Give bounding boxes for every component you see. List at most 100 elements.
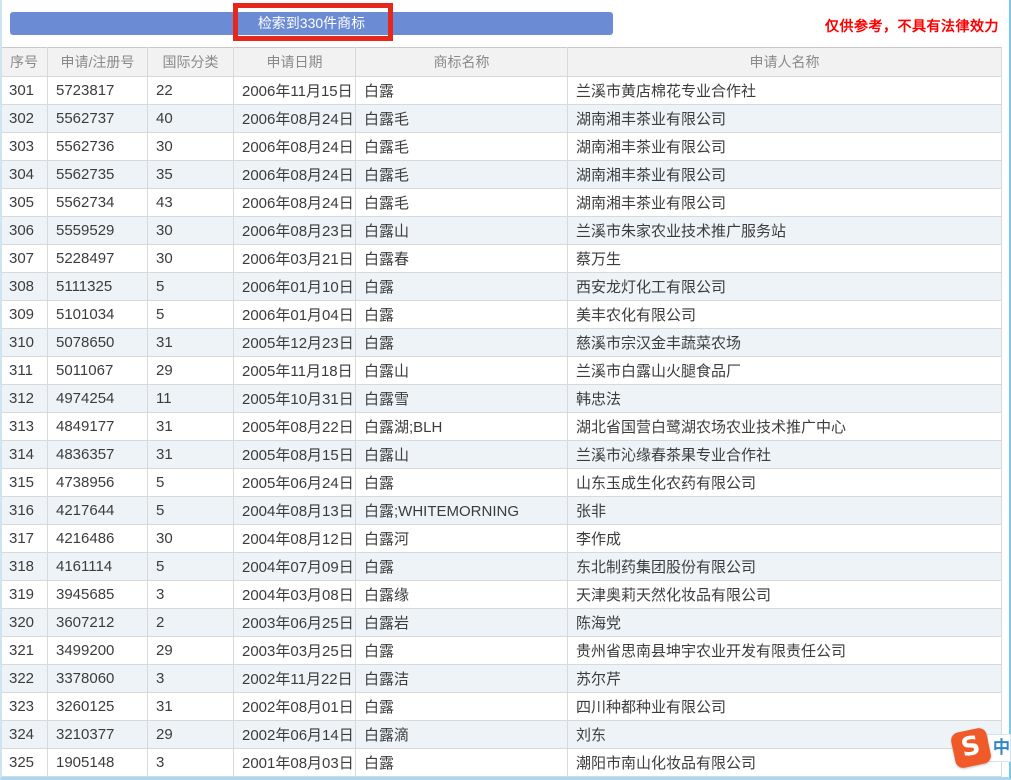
cell-mark-name[interactable]: 白露河 — [356, 525, 568, 553]
cell-reg-no[interactable]: 3945685 — [48, 581, 148, 609]
cell-reg-no[interactable]: 1905148 — [48, 749, 148, 777]
cell-reg-no[interactable]: 4738956 — [48, 469, 148, 497]
cell-date: 2003年06月25日 — [234, 609, 356, 637]
cell-reg-no[interactable]: 5562734 — [48, 189, 148, 217]
cell-applicant: 蔡万生 — [568, 245, 1002, 273]
cell-mark-name[interactable]: 白露毛 — [356, 133, 568, 161]
cell-class: 31 — [148, 329, 234, 357]
cell-reg-no[interactable]: 5101034 — [48, 301, 148, 329]
cell-mark-name[interactable]: 白露 — [356, 273, 568, 301]
cell-date: 2004年08月13日 — [234, 497, 356, 525]
cell-reg-no[interactable]: 3378060 — [48, 665, 148, 693]
cell-class: 31 — [148, 693, 234, 721]
cell-class: 30 — [148, 525, 234, 553]
cell-mark-name[interactable]: 白露洁 — [356, 665, 568, 693]
cell-mark-name[interactable]: 白露;WHITEMORNING — [356, 497, 568, 525]
cell-date: 2006年08月24日 — [234, 161, 356, 189]
results-tbody: 301 5723817 22 2006年11月15日 白露 兰溪市黄店棉花专业合… — [1, 77, 1002, 777]
cell-date: 2005年11月18日 — [234, 357, 356, 385]
cell-mark-name[interactable]: 白露 — [356, 693, 568, 721]
cell-mark-name[interactable]: 白露山 — [356, 217, 568, 245]
cell-date: 2001年08月03日 — [234, 749, 356, 777]
cell-mark-name[interactable]: 白露 — [356, 553, 568, 581]
cell-mark-name[interactable]: 白露缘 — [356, 581, 568, 609]
cell-applicant: 张非 — [568, 497, 1002, 525]
cell-applicant: 慈溪市宗汉金丰蔬菜农场 — [568, 329, 1002, 357]
cell-mark-name[interactable]: 白露毛 — [356, 105, 568, 133]
cell-date: 2005年10月31日 — [234, 385, 356, 413]
cell-reg-no[interactable]: 5078650 — [48, 329, 148, 357]
cell-mark-name[interactable]: 白露 — [356, 329, 568, 357]
cell-mark-name[interactable]: 白露湖;BLH — [356, 413, 568, 441]
cell-mark-name[interactable]: 白露雪 — [356, 385, 568, 413]
column-header-reg-no: 申请/注册号 — [48, 48, 148, 77]
cell-date: 2005年08月22日 — [234, 413, 356, 441]
cell-serial: 319 — [1, 581, 48, 609]
cell-date: 2006年08月24日 — [234, 189, 356, 217]
cell-applicant: 湖南湘丰茶业有限公司 — [568, 189, 1002, 217]
cell-mark-name[interactable]: 白露 — [356, 469, 568, 497]
cell-reg-no[interactable]: 3499200 — [48, 637, 148, 665]
cell-class: 29 — [148, 721, 234, 749]
cell-serial: 312 — [1, 385, 48, 413]
table-row: 314 4836357 31 2005年08月15日 白露山 兰溪市沁缘春茶果专… — [1, 441, 1002, 469]
table-row: 325 1905148 3 2001年08月03日 白露 潮阳市南山化妆品有限公… — [1, 749, 1002, 777]
table-row: 301 5723817 22 2006年11月15日 白露 兰溪市黄店棉花专业合… — [1, 77, 1002, 105]
table-row: 305 5562734 43 2006年08月24日 白露毛 湖南湘丰茶业有限公… — [1, 189, 1002, 217]
table-row: 304 5562735 35 2006年08月24日 白露毛 湖南湘丰茶业有限公… — [1, 161, 1002, 189]
cell-reg-no[interactable]: 5723817 — [48, 77, 148, 105]
cell-applicant: 山东玉成生化农药有限公司 — [568, 469, 1002, 497]
cell-class: 29 — [148, 637, 234, 665]
page-header: 检索到330件商标 仅供参考，不具有法律效力 — [0, 0, 1011, 47]
cell-mark-name[interactable]: 白露 — [356, 749, 568, 777]
cell-reg-no[interactable]: 4974254 — [48, 385, 148, 413]
cell-date: 2006年01月04日 — [234, 301, 356, 329]
cell-mark-name[interactable]: 白露滴 — [356, 721, 568, 749]
cell-mark-name[interactable]: 白露 — [356, 301, 568, 329]
cell-reg-no[interactable]: 4836357 — [48, 441, 148, 469]
cell-reg-no[interactable]: 4849177 — [48, 413, 148, 441]
sogou-badge-icon[interactable]: S — [950, 727, 993, 770]
cell-mark-name[interactable]: 白露山 — [356, 357, 568, 385]
cell-class: 5 — [148, 469, 234, 497]
cell-reg-no[interactable]: 5562735 — [48, 161, 148, 189]
cell-class: 30 — [148, 245, 234, 273]
cell-serial: 301 — [1, 77, 48, 105]
highlight-annotation-box — [233, 3, 393, 41]
cell-class: 30 — [148, 217, 234, 245]
cell-mark-name[interactable]: 白露毛 — [356, 161, 568, 189]
cell-mark-name[interactable]: 白露 — [356, 637, 568, 665]
cell-reg-no[interactable]: 5111325 — [48, 273, 148, 301]
cell-serial: 305 — [1, 189, 48, 217]
table-row: 317 4216486 30 2004年08月12日 白露河 李作成 — [1, 525, 1002, 553]
cell-reg-no[interactable]: 3260125 — [48, 693, 148, 721]
table-row: 308 5111325 5 2006年01月10日 白露 西安龙灯化工有限公司 — [1, 273, 1002, 301]
cell-reg-no[interactable]: 4161114 — [48, 553, 148, 581]
cell-reg-no[interactable]: 4216486 — [48, 525, 148, 553]
cell-mark-name[interactable]: 白露毛 — [356, 189, 568, 217]
cell-serial: 310 — [1, 329, 48, 357]
cell-reg-no[interactable]: 4217644 — [48, 497, 148, 525]
cell-serial: 321 — [1, 637, 48, 665]
cell-date: 2004年08月12日 — [234, 525, 356, 553]
cell-reg-no[interactable]: 3210377 — [48, 721, 148, 749]
cell-serial: 315 — [1, 469, 48, 497]
cell-serial: 302 — [1, 105, 48, 133]
cell-class: 5 — [148, 497, 234, 525]
cell-reg-no[interactable]: 5562737 — [48, 105, 148, 133]
cell-mark-name[interactable]: 白露 — [356, 77, 568, 105]
cell-class: 29 — [148, 357, 234, 385]
cell-reg-no[interactable]: 5228497 — [48, 245, 148, 273]
cell-mark-name[interactable]: 白露山 — [356, 441, 568, 469]
cell-reg-no[interactable]: 5562736 — [48, 133, 148, 161]
cell-mark-name[interactable]: 白露岩 — [356, 609, 568, 637]
cell-date: 2006年01月10日 — [234, 273, 356, 301]
cell-mark-name[interactable]: 白露春 — [356, 245, 568, 273]
cell-date: 2005年08月15日 — [234, 441, 356, 469]
cell-class: 11 — [148, 385, 234, 413]
cell-applicant: 潮阳市南山化妆品有限公司 — [568, 749, 1002, 777]
cell-applicant: 湖南湘丰茶业有限公司 — [568, 161, 1002, 189]
cell-reg-no[interactable]: 3607212 — [48, 609, 148, 637]
cell-reg-no[interactable]: 5559529 — [48, 217, 148, 245]
cell-reg-no[interactable]: 5011067 — [48, 357, 148, 385]
